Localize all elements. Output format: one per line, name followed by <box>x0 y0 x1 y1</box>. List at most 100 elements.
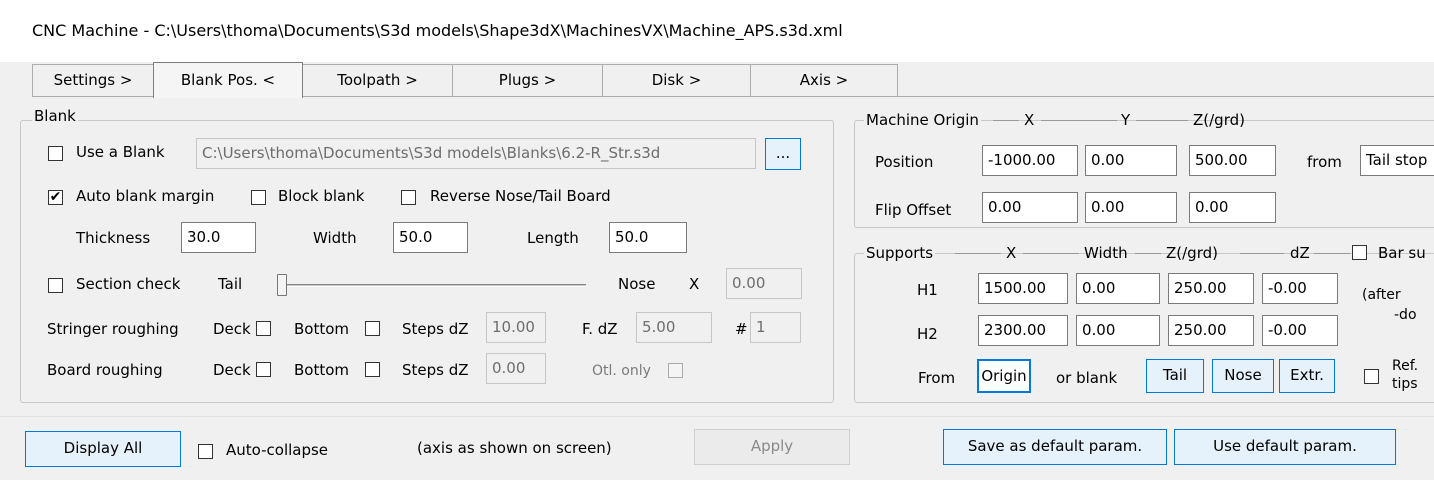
otl-only-checkbox[interactable] <box>668 363 683 378</box>
auto-margin-label: Auto blank margin <box>76 187 215 205</box>
origin-col-z: Z(/grd) <box>1193 111 1245 129</box>
section-x-label: X <box>689 275 700 293</box>
fdz-field[interactable]: 5.00 <box>636 312 712 343</box>
blank-group-label: Blank <box>32 107 78 125</box>
supports-label: Supports <box>864 244 936 262</box>
stringer-roughing-label: Stringer roughing <box>47 320 179 338</box>
flip-y-input[interactable]: 0.00 <box>1085 192 1177 223</box>
board-roughing-label: Board roughing <box>47 361 163 379</box>
machine-origin-label: Machine Origin <box>864 111 981 129</box>
auto-margin-checkbox[interactable]: ✔ <box>48 190 63 205</box>
display-all-button[interactable]: Display All <box>25 431 181 467</box>
save-default-button[interactable]: Save as default param. <box>943 429 1167 465</box>
stringer-deck-checkbox[interactable] <box>256 321 271 336</box>
origin-col-x: X <box>1024 111 1035 129</box>
h2-x-input[interactable]: 2300.00 <box>978 315 1068 346</box>
board-bottom-checkbox[interactable] <box>365 362 380 377</box>
supports-col-x: X <box>1006 244 1017 262</box>
h1-z-input[interactable]: 250.00 <box>1168 273 1254 304</box>
auto-collapse-checkbox[interactable] <box>198 444 213 459</box>
origin-position-label: Position <box>875 153 934 171</box>
ref-tips-line1: Ref. <box>1392 358 1419 374</box>
blank-pos-panel: Blank Use a Blank C:\Users\thoma\Documen… <box>0 97 1434 416</box>
use-blank-checkbox[interactable] <box>48 146 63 161</box>
width-label: Width <box>313 229 357 247</box>
or-blank-label: or blank <box>1056 369 1118 387</box>
flip-z-input[interactable]: 0.00 <box>1189 192 1276 223</box>
origin-pos-z-input[interactable]: 500.00 <box>1189 145 1276 176</box>
bar-supports-checkbox[interactable] <box>1352 245 1367 260</box>
use-blank-label: Use a Blank <box>76 143 165 161</box>
h2-width-input[interactable]: 0.00 <box>1076 315 1160 346</box>
use-default-button[interactable]: Use default param. <box>1174 429 1396 465</box>
h2-dz-input[interactable]: -0.00 <box>1262 315 1338 346</box>
blank-path-field[interactable]: C:\Users\thoma\Documents\S3d models\Blan… <box>196 138 756 169</box>
board-steps-dz-label: Steps dZ <box>402 361 469 379</box>
apply-button[interactable]: Apply <box>694 429 850 465</box>
supports-col-dz: dZ <box>1290 244 1310 262</box>
section-slider-thumb[interactable] <box>277 274 287 296</box>
fdz-label: F. dZ <box>582 320 618 338</box>
thickness-label: Thickness <box>76 229 151 247</box>
after-note-line1: (after <box>1362 287 1401 303</box>
origin-pos-x-input[interactable]: -1000.00 <box>982 145 1078 176</box>
supports-col-width: Width <box>1084 244 1128 262</box>
section-slider-track[interactable] <box>278 284 586 287</box>
from-extr-button[interactable]: Extr. <box>1279 359 1335 393</box>
supports-col-z: Z(/grd) <box>1166 244 1218 262</box>
window-title: CNC Machine - C:\Users\thoma\Documents\S… <box>32 21 843 40</box>
hash-label: # <box>735 320 748 338</box>
h1-x-input[interactable]: 1500.00 <box>978 273 1068 304</box>
tab-disk[interactable]: Disk > <box>602 64 751 96</box>
h2-label: H2 <box>917 325 938 343</box>
tab-settings[interactable]: Settings > <box>32 64 154 96</box>
ref-tips-checkbox[interactable] <box>1364 369 1379 384</box>
stringer-steps-dz-label: Steps dZ <box>402 320 469 338</box>
from-tail-button[interactable]: Tail <box>1146 359 1204 393</box>
thickness-input[interactable]: 30.0 <box>181 222 256 253</box>
ref-tips-line2: tips <box>1392 376 1418 392</box>
board-deck-label: Deck <box>213 361 251 379</box>
width-input[interactable]: 50.0 <box>393 222 468 253</box>
h1-label: H1 <box>917 281 938 299</box>
stringer-bottom-checkbox[interactable] <box>365 321 380 336</box>
supports-from-label: From <box>918 369 956 387</box>
browse-blank-button[interactable]: ... <box>765 138 801 170</box>
section-x-field[interactable]: 0.00 <box>726 268 802 299</box>
from-origin-button[interactable]: Origin <box>977 359 1031 393</box>
otl-only-label: Otl. only <box>592 363 651 379</box>
flip-offset-label: Flip Offset <box>875 201 952 219</box>
reverse-nose-tail-label: Reverse Nose/Tail Board <box>430 187 611 205</box>
origin-from-label: from <box>1307 153 1342 171</box>
nose-label: Nose <box>618 275 656 293</box>
axis-note: (axis as shown on screen) <box>417 439 612 457</box>
section-check-checkbox[interactable] <box>48 278 63 293</box>
board-bottom-label: Bottom <box>294 361 350 379</box>
length-input[interactable]: 50.0 <box>609 222 687 253</box>
bar-supports-label: Bar su <box>1378 244 1426 262</box>
auto-collapse-label: Auto-collapse <box>226 441 329 459</box>
block-blank-checkbox[interactable] <box>251 190 266 205</box>
section-check-label: Section check <box>76 275 181 293</box>
origin-pos-y-input[interactable]: 0.00 <box>1085 145 1177 176</box>
block-blank-label: Block blank <box>278 187 365 205</box>
footer-bar: Display All Auto-collapse (axis as shown… <box>0 416 1434 480</box>
tail-label: Tail <box>218 275 243 293</box>
tab-blank-pos[interactable]: Blank Pos. < <box>153 62 303 98</box>
tab-axis[interactable]: Axis > <box>750 64 898 96</box>
board-steps-dz-field[interactable]: 0.00 <box>486 353 546 384</box>
hash-field[interactable]: 1 <box>750 312 801 343</box>
tab-toolpath[interactable]: Toolpath > <box>302 64 453 96</box>
flip-x-input[interactable]: 0.00 <box>982 192 1078 223</box>
stringer-deck-label: Deck <box>213 320 251 338</box>
tab-plugs[interactable]: Plugs > <box>452 64 603 96</box>
h2-z-input[interactable]: 250.00 <box>1168 315 1254 346</box>
stringer-steps-dz-field[interactable]: 10.00 <box>486 312 546 343</box>
board-deck-checkbox[interactable] <box>256 362 271 377</box>
h1-dz-input[interactable]: -0.00 <box>1262 273 1338 304</box>
h1-width-input[interactable]: 0.00 <box>1076 273 1160 304</box>
origin-from-select[interactable]: Tail stop <box>1360 145 1434 176</box>
from-nose-button[interactable]: Nose <box>1212 359 1274 393</box>
length-label: Length <box>527 229 579 247</box>
reverse-nose-tail-checkbox[interactable] <box>401 190 416 205</box>
